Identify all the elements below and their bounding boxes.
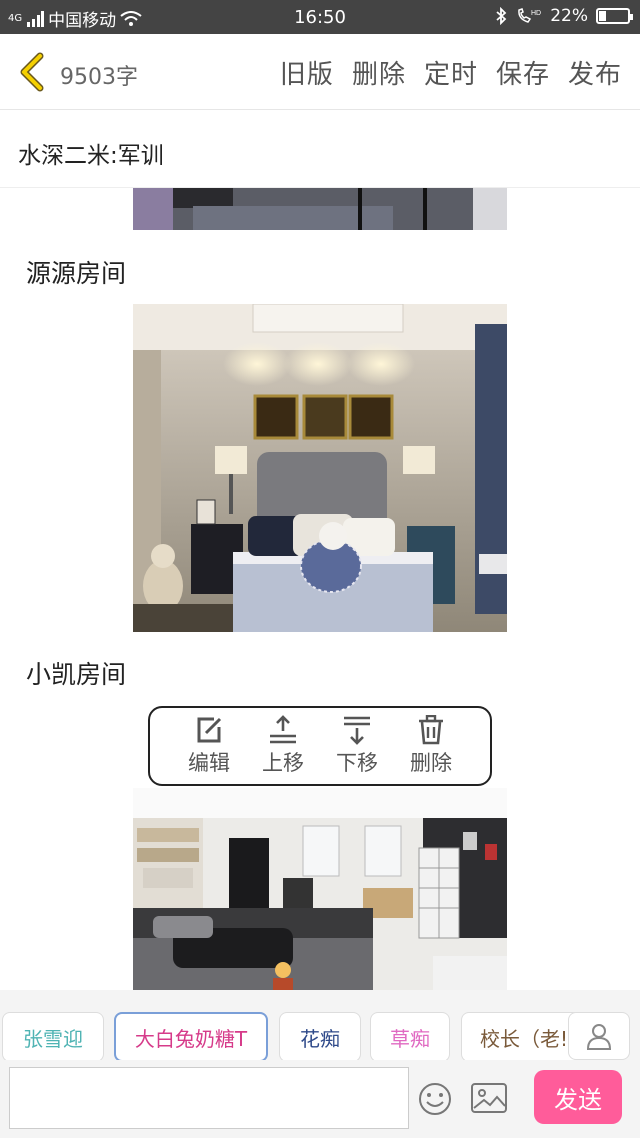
- mention-chip[interactable]: 张雪迎: [2, 1012, 104, 1062]
- contacts-button[interactable]: [568, 1012, 630, 1060]
- section-heading: 源源房间: [26, 259, 127, 288]
- editor-header: 9503字 旧版 删除 定时 保存 发布: [0, 34, 640, 110]
- edit-icon: [197, 717, 222, 743]
- status-bar: 4G 中国移动 16:50 HD 22%: [0, 0, 640, 34]
- mention-chip[interactable]: 花痴: [279, 1012, 361, 1062]
- delete-image-button[interactable]: 删除: [410, 715, 452, 777]
- move-down-label: 下移: [336, 751, 378, 775]
- edit-image-button[interactable]: 编辑: [188, 715, 230, 777]
- mention-chip[interactable]: 草痴: [370, 1012, 450, 1062]
- move-down-icon: [344, 716, 370, 745]
- trash-icon: [419, 715, 443, 745]
- back-chevron-icon[interactable]: [16, 52, 50, 92]
- delete-button[interactable]: 删除: [352, 54, 406, 91]
- old-version-button[interactable]: 旧版: [280, 54, 334, 91]
- image-action-toolbar: 编辑 上移 下移 删除: [148, 706, 492, 786]
- word-count: 9503字: [60, 65, 138, 90]
- photo-previous-room[interactable]: [133, 188, 507, 230]
- section-heading: 小凯房间: [26, 660, 127, 689]
- article-title: 水深二米:军训: [18, 143, 164, 169]
- hd-call-icon: HD: [518, 8, 541, 23]
- mention-chip[interactable]: 大白兔奶糖T: [114, 1012, 268, 1062]
- message-input[interactable]: [9, 1067, 409, 1129]
- move-up-button[interactable]: 上移: [262, 715, 304, 777]
- user-icon: [586, 1024, 612, 1050]
- publish-button[interactable]: 发布: [568, 54, 622, 91]
- svg-text:HD: HD: [531, 10, 541, 17]
- move-up-icon: [270, 715, 296, 744]
- mention-chip[interactable]: 校长（老!: [461, 1012, 581, 1062]
- edit-label: 编辑: [188, 751, 230, 775]
- image-picker-icon[interactable]: [470, 1082, 508, 1114]
- schedule-button[interactable]: 定时: [424, 54, 478, 91]
- emoji-icon[interactable]: [418, 1082, 452, 1116]
- delete-label: 删除: [410, 751, 452, 775]
- editor-content[interactable]: 源源房间 小凯房间 编辑 上移 下移 删除: [0, 188, 640, 990]
- battery-icon: [596, 8, 633, 24]
- send-button[interactable]: 发送: [534, 1070, 622, 1124]
- mention-chips-bar: 张雪迎 大白兔奶糖T 花痴 草痴 校长（老!: [0, 990, 640, 1062]
- photo-yuanyuan-room[interactable]: [133, 304, 507, 632]
- battery-percent: 22%: [550, 6, 588, 26]
- photo-xiaokai-room[interactable]: [133, 788, 507, 990]
- header-actions: 旧版 删除 定时 保存 发布: [280, 54, 622, 91]
- composer-bar: 发送: [0, 1060, 640, 1138]
- save-button[interactable]: 保存: [496, 54, 550, 91]
- article-title-row[interactable]: 水深二米:军训: [0, 110, 640, 188]
- bluetooth-icon: [496, 7, 507, 25]
- move-up-label: 上移: [262, 751, 304, 775]
- move-down-button[interactable]: 下移: [336, 715, 378, 777]
